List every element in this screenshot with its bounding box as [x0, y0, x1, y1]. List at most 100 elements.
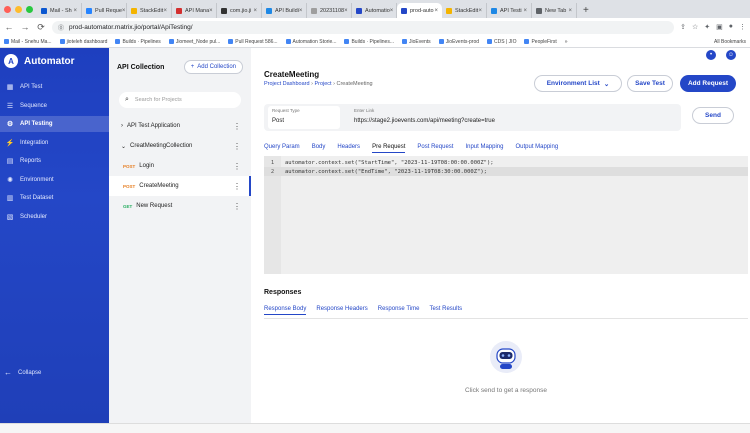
bookmark-item[interactable]: Builds · Pipelines — [115, 39, 161, 45]
bookmark-item[interactable]: Builds · Pipelines... — [344, 39, 394, 45]
bookmark-item[interactable]: Pull Request 586... — [228, 39, 278, 45]
more-options-icon[interactable]: ⋮ — [233, 202, 241, 211]
tab-response-body[interactable]: Response Body — [264, 306, 307, 315]
horizontal-scrollbar[interactable] — [0, 423, 750, 433]
back-icon[interactable]: ← — [4, 22, 14, 32]
menu-icon[interactable]: ⋮ — [739, 23, 746, 31]
bookmark-item[interactable]: Mail - Snehu Ma... — [4, 39, 52, 45]
extensions-icon[interactable]: ✦ — [704, 23, 710, 31]
sidebar-item-test-dataset[interactable]: ▥ Test Dataset — [0, 190, 109, 206]
bookmark-star-icon[interactable]: ☆ — [692, 23, 698, 31]
close-tab-icon[interactable]: × — [434, 8, 438, 14]
new-tab-button[interactable]: + — [577, 3, 595, 18]
sidebar-item-integration[interactable]: ⚡ Integration — [0, 135, 109, 151]
code-editor[interactable]: 1 automator.context.set("StartTime", "20… — [264, 156, 748, 274]
request-item[interactable]: POST Login ⋮ — [109, 156, 251, 176]
save-test-button[interactable]: Save Test — [627, 75, 673, 92]
request-item[interactable]: GET New Request ⋮ — [109, 196, 251, 216]
tab-response-time[interactable]: Response Time — [378, 306, 420, 315]
sidebar-item-reports[interactable]: ▤ Reports — [0, 153, 109, 169]
forward-icon[interactable]: → — [20, 22, 30, 32]
reload-icon[interactable]: ⟳ — [36, 22, 46, 33]
browser-tab[interactable]: New Tab × — [532, 3, 577, 18]
more-options-icon[interactable]: ⋮ — [233, 162, 241, 171]
tab-label: API Mana — [185, 7, 210, 14]
close-tab-icon[interactable]: × — [163, 8, 167, 14]
browser-tab[interactable]: StackEdit × — [127, 3, 172, 18]
bookmark-item[interactable]: Automation Storie... — [285, 39, 336, 45]
notification-icon[interactable]: • — [706, 50, 716, 60]
more-bookmarks-icon[interactable]: » — [565, 39, 568, 45]
sidebar-item-api-testing[interactable]: ⚙ API Testing — [0, 116, 109, 132]
browser-tab[interactable]: StackEdit × — [442, 3, 487, 18]
browser-tab[interactable]: 20231108 × — [307, 3, 352, 18]
tab-test-results[interactable]: Test Results — [429, 306, 462, 315]
more-options-icon[interactable]: ⋮ — [233, 182, 241, 191]
sidepanel-icon[interactable]: ▣ — [716, 23, 723, 31]
tab-output-mapping[interactable]: Output Mapping — [515, 144, 558, 153]
add-collection-button[interactable]: + Add Collection — [183, 60, 243, 74]
tab-query-param[interactable]: Query Param — [264, 144, 300, 153]
close-tab-icon[interactable]: × — [390, 8, 394, 14]
send-button[interactable]: Send — [692, 107, 734, 124]
browser-tab[interactable]: API Buildi × — [262, 3, 307, 18]
link-input[interactable]: https://stage2.jioevents.com/api/meeting… — [354, 118, 495, 124]
url-field[interactable]: ⓪ prod-automator.matrix.jio/portal/ApiTe… — [52, 20, 675, 34]
close-tab-icon[interactable]: × — [299, 8, 303, 14]
close-tab-icon[interactable]: × — [73, 8, 77, 14]
collapse-button[interactable]: ← Collapse — [4, 368, 41, 377]
user-avatar-icon[interactable]: ☺ — [726, 50, 736, 60]
browser-tab[interactable]: Mail - Sh × — [37, 3, 82, 18]
brand-name: Automator — [24, 55, 75, 67]
share-icon[interactable]: ⇪ — [680, 23, 686, 31]
tab-body[interactable]: Body — [312, 144, 326, 153]
sidebar-item-environment[interactable]: ✺ Environment — [0, 172, 109, 188]
bookmark-item[interactable]: PeopleFirst — [524, 39, 557, 45]
browser-tab[interactable]: Automatio × — [352, 3, 397, 18]
all-bookmarks-button[interactable]: All Bookmarks — [714, 39, 746, 45]
request-item[interactable]: POST CreateMeeting ⋮ — [109, 176, 251, 196]
close-tab-icon[interactable]: × — [209, 8, 213, 14]
browser-tab[interactable]: com.jio.ji × — [217, 3, 262, 18]
tab-input-mapping[interactable]: Input Mapping — [465, 144, 503, 153]
collection-item[interactable]: ⌄ CreatMeetingCollection ⋮ — [109, 136, 251, 156]
browser-tab[interactable]: API Mana × — [172, 3, 217, 18]
close-tab-icon[interactable]: × — [568, 8, 572, 14]
robot-illustration-icon — [490, 341, 522, 373]
maximize-window-button[interactable] — [26, 5, 33, 13]
collection-item[interactable]: › API Test Application ⋮ — [109, 116, 251, 136]
tab-pre-request[interactable]: Pre Request — [372, 144, 406, 153]
more-options-icon[interactable]: ⋮ — [233, 142, 241, 151]
close-tab-icon[interactable]: × — [122, 8, 126, 14]
close-tab-icon[interactable]: × — [523, 8, 527, 14]
more-options-icon[interactable]: ⋮ — [233, 122, 241, 131]
breadcrumb-item[interactable]: Project Dashboard — [264, 81, 310, 87]
bookmark-item[interactable]: JioEvents — [402, 39, 431, 45]
bookmark-item[interactable]: CDS | JIO — [487, 39, 516, 45]
close-tab-icon[interactable]: × — [478, 8, 482, 14]
responses-title: Responses — [264, 289, 302, 296]
close-tab-icon[interactable]: × — [253, 8, 257, 14]
sidebar-item-scheduler[interactable]: ▧ Scheduler — [0, 209, 109, 225]
bookmark-item[interactable]: jioteleh dashboard — [59, 39, 107, 45]
sidebar-item-api-test[interactable]: ▦ API Test — [0, 79, 109, 95]
close-window-button[interactable] — [4, 5, 11, 13]
tab-response-headers[interactable]: Response Headers — [316, 306, 367, 315]
breadcrumb-item[interactable]: Project — [314, 81, 331, 87]
browser-tab[interactable]: Pull Reque × — [82, 3, 127, 18]
minimize-window-button[interactable] — [15, 5, 22, 13]
close-tab-icon[interactable]: × — [344, 8, 348, 14]
browser-tab[interactable]: prod-auto × — [397, 3, 442, 18]
sidebar-item-sequence[interactable]: ☰ Sequence — [0, 98, 109, 114]
environment-list-dropdown[interactable]: Environment List ⌄ — [534, 75, 622, 92]
site-info-icon[interactable]: ⓪ — [58, 23, 64, 32]
search-input[interactable]: ⌕ Search for Projects — [119, 92, 241, 108]
bookmark-item[interactable]: JioEvents-prod — [438, 39, 479, 45]
profile-icon[interactable]: ● — [729, 23, 733, 31]
tab-headers[interactable]: Headers — [337, 144, 360, 153]
bookmark-item[interactable]: Jiomeet_Node pul... — [168, 39, 220, 45]
add-request-button[interactable]: Add Request — [680, 75, 736, 92]
browser-tab[interactable]: API Testi × — [487, 3, 532, 18]
request-subtabs: Query Param Body Headers Pre Request Post Re… — [264, 144, 558, 153]
tab-post-request[interactable]: Post Request — [417, 144, 453, 153]
